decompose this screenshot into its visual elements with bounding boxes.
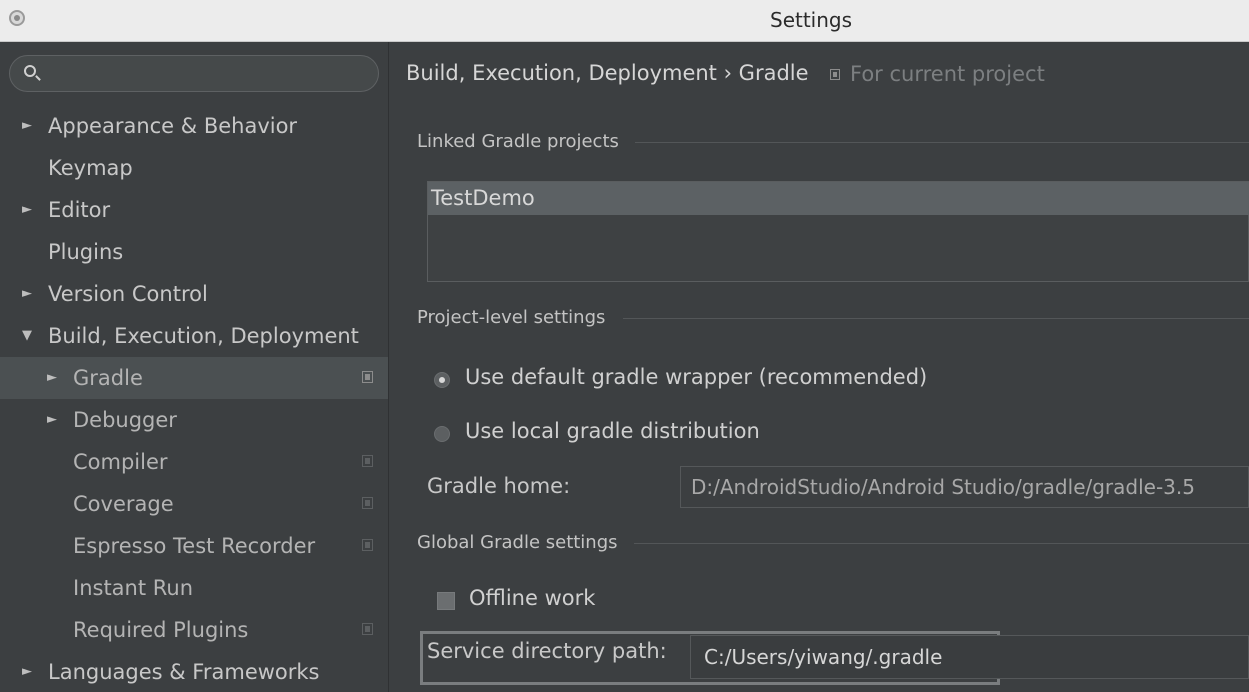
linked-projects-list[interactable]: TestDemo <box>427 181 1249 282</box>
sidebar-item-coverage[interactable]: Coverage <box>0 483 388 525</box>
gradle-home-field: D:/AndroidStudio/Android Studio/gradle/g… <box>680 466 1249 508</box>
checkbox-label: Offline work <box>469 586 596 610</box>
section-divider <box>623 318 1249 319</box>
list-item[interactable]: TestDemo <box>428 182 1249 215</box>
sidebar-item-label: Coverage <box>73 492 174 516</box>
collapse-arrow-icon[interactable]: ▼ <box>22 315 32 357</box>
sidebar-item-build-execution-deployment[interactable]: ▼ Build, Execution, Deployment <box>0 315 388 357</box>
project-scope-icon <box>362 455 373 467</box>
sidebar-item-editor[interactable]: ► Editor <box>0 189 388 231</box>
window-title: Settings <box>770 8 853 32</box>
sidebar-item-label: Appearance & Behavior <box>48 114 298 138</box>
expand-arrow-icon[interactable]: ► <box>47 399 57 441</box>
search-input[interactable] <box>46 60 366 88</box>
section-divider <box>635 142 1249 143</box>
project-scope-icon <box>362 497 373 509</box>
sidebar-item-debugger[interactable]: ► Debugger <box>0 399 388 441</box>
radio-label: Use local gradle distribution <box>465 419 760 443</box>
project-scope-icon <box>362 539 373 551</box>
sidebar-item-label: Build, Execution, Deployment <box>48 324 359 348</box>
sidebar-item-instant-run[interactable]: Instant Run <box>0 567 388 609</box>
search-icon <box>24 65 36 77</box>
global-settings-title: Global Gradle settings <box>417 532 618 553</box>
expand-arrow-icon[interactable]: ► <box>22 273 32 315</box>
sidebar-item-label: Keymap <box>48 156 133 180</box>
project-scope-icon <box>830 69 840 80</box>
app-icon <box>9 10 25 26</box>
sidebar-item-version-control[interactable]: ► Version Control <box>0 273 388 315</box>
sidebar-item-languages-frameworks[interactable]: ► Languages & Frameworks <box>0 651 388 692</box>
sidebar-item-label: Languages & Frameworks <box>48 660 320 684</box>
sidebar-item-plugins[interactable]: Plugins <box>0 231 388 273</box>
sidebar-item-gradle[interactable]: ► Gradle <box>0 357 388 399</box>
breadcrumb: Build, Execution, Deployment › Gradle <box>406 61 809 85</box>
expand-arrow-icon[interactable]: ► <box>22 105 32 147</box>
section-divider <box>634 543 1249 544</box>
sidebar-item-label: Required Plugins <box>73 618 249 642</box>
expand-arrow-icon[interactable]: ► <box>22 189 32 231</box>
linked-projects-title: Linked Gradle projects <box>417 131 619 152</box>
radio-button-checked[interactable] <box>434 372 450 388</box>
sidebar-item-label: Editor <box>48 198 111 222</box>
title-bar: Settings <box>0 0 1249 42</box>
sidebar-item-required-plugins[interactable]: Required Plugins <box>0 609 388 651</box>
offline-work-checkbox[interactable] <box>437 592 455 610</box>
sidebar-item-label: Version Control <box>48 282 208 306</box>
radio-button[interactable] <box>434 426 450 442</box>
sidebar-item-appearance-behavior[interactable]: ► Appearance & Behavior <box>0 105 388 147</box>
sidebar-item-label: Instant Run <box>73 576 194 600</box>
scope-hint: For current project <box>850 62 1045 86</box>
settings-sidebar: ► Appearance & Behavior Keymap ► Editor … <box>0 42 389 692</box>
sidebar-item-compiler[interactable]: Compiler <box>0 441 388 483</box>
sidebar-item-label: Debugger <box>73 408 177 432</box>
settings-window: Settings ► Appearance & Behavior Keymap … <box>0 0 1249 692</box>
search-box[interactable] <box>9 55 379 92</box>
radio-label: Use default gradle wrapper (recommended) <box>465 365 928 389</box>
sidebar-item-keymap[interactable]: Keymap <box>0 147 388 189</box>
project-level-title: Project-level settings <box>417 307 606 328</box>
expand-arrow-icon[interactable]: ► <box>47 357 57 399</box>
sidebar-item-label: Espresso Test Recorder <box>73 534 316 558</box>
service-directory-label: Service directory path: <box>427 639 667 663</box>
expand-arrow-icon[interactable]: ► <box>22 651 32 692</box>
project-scope-icon <box>362 623 373 635</box>
service-directory-field[interactable]: C:/Users/yiwang/.gradle <box>690 635 1249 679</box>
sidebar-item-label: Compiler <box>73 450 168 474</box>
sidebar-item-espresso-test-recorder[interactable]: Espresso Test Recorder <box>0 525 388 567</box>
sidebar-item-label: Gradle <box>73 366 143 390</box>
settings-content: Build, Execution, Deployment › Gradle Fo… <box>389 42 1249 692</box>
gradle-home-label: Gradle home: <box>427 474 571 498</box>
project-scope-icon <box>362 371 373 383</box>
sidebar-item-label: Plugins <box>48 240 124 264</box>
